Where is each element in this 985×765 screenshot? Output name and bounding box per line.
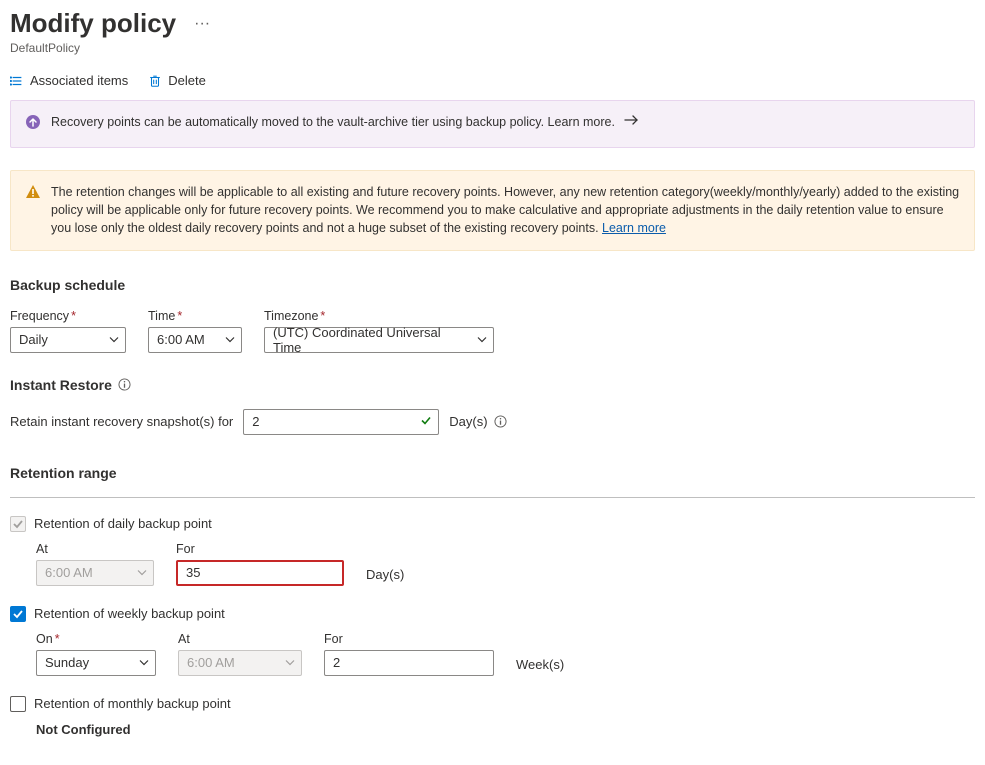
weekly-retention-label: Retention of weekly backup point bbox=[34, 606, 225, 621]
instant-unit-label: Day(s) bbox=[449, 414, 487, 429]
chevron-down-icon bbox=[109, 332, 119, 347]
frequency-label: Frequency* bbox=[10, 309, 126, 323]
chevron-down-icon bbox=[477, 332, 487, 347]
chevron-down-icon bbox=[139, 655, 149, 670]
daily-at-label: At bbox=[36, 542, 154, 556]
retention-warning-banner: The retention changes will be applicable… bbox=[10, 170, 975, 250]
chevron-down-icon bbox=[225, 332, 235, 347]
info-icon[interactable] bbox=[118, 378, 131, 391]
instant-restore-prefix: Retain instant recovery snapshot(s) for bbox=[10, 414, 233, 429]
timezone-select[interactable]: (UTC) Coordinated Universal Time bbox=[264, 327, 494, 353]
time-label: Time* bbox=[148, 309, 242, 323]
warning-banner-text: The retention changes will be applicable… bbox=[51, 185, 959, 235]
weekly-for-label: For bbox=[324, 632, 494, 646]
archive-tier-banner: Recovery points can be automatically mov… bbox=[10, 100, 975, 148]
associated-items-label: Associated items bbox=[30, 73, 128, 88]
time-select[interactable]: 6:00 AM bbox=[148, 327, 242, 353]
daily-at-select: 6:00 AM bbox=[36, 560, 154, 586]
monthly-retention-label: Retention of monthly backup point bbox=[34, 696, 231, 711]
info-icon[interactable] bbox=[494, 415, 507, 428]
weekly-on-label: On* bbox=[36, 632, 156, 646]
monthly-not-configured: Not Configured bbox=[36, 722, 975, 737]
retention-range-heading: Retention range bbox=[10, 465, 975, 481]
archive-learn-more-link[interactable] bbox=[624, 114, 640, 126]
daily-for-input[interactable]: 35 bbox=[176, 560, 344, 586]
instant-snapshot-select[interactable]: 2 bbox=[243, 409, 439, 435]
frequency-select[interactable]: Daily bbox=[10, 327, 126, 353]
monthly-retention-checkbox[interactable] bbox=[10, 696, 26, 712]
divider bbox=[10, 497, 975, 498]
policy-name-subtitle: DefaultPolicy bbox=[10, 41, 975, 55]
daily-retention-label: Retention of daily backup point bbox=[34, 516, 212, 531]
archive-icon bbox=[25, 114, 41, 135]
delete-label: Delete bbox=[168, 73, 206, 88]
instant-restore-heading: Instant Restore bbox=[10, 377, 975, 393]
chevron-down-icon bbox=[285, 655, 295, 670]
associated-items-button[interactable]: Associated items bbox=[10, 73, 128, 88]
trash-icon bbox=[148, 74, 162, 88]
backup-schedule-heading: Backup schedule bbox=[10, 277, 975, 293]
page-title: Modify policy bbox=[10, 8, 176, 39]
command-bar: Associated items Delete bbox=[10, 73, 975, 88]
weekly-for-input[interactable]: 2 bbox=[324, 650, 494, 676]
daily-unit-label: Day(s) bbox=[366, 567, 404, 582]
warning-icon bbox=[25, 184, 41, 205]
delete-button[interactable]: Delete bbox=[148, 73, 206, 88]
archive-banner-text: Recovery points can be automatically mov… bbox=[51, 115, 615, 129]
weekly-retention-checkbox[interactable] bbox=[10, 606, 26, 622]
weekly-on-select[interactable]: Sunday bbox=[36, 650, 156, 676]
more-actions-button[interactable]: ··· bbox=[190, 15, 214, 33]
list-icon bbox=[10, 74, 24, 88]
weekly-at-select: 6:00 AM bbox=[178, 650, 302, 676]
weekly-unit-label: Week(s) bbox=[516, 657, 564, 672]
weekly-at-label: At bbox=[178, 632, 302, 646]
warning-learn-more-link[interactable]: Learn more bbox=[602, 221, 666, 235]
daily-retention-checkbox bbox=[10, 516, 26, 532]
daily-for-label: For bbox=[176, 542, 344, 556]
timezone-label: Timezone* bbox=[264, 309, 494, 323]
chevron-down-icon bbox=[137, 565, 147, 580]
checkmark-icon bbox=[420, 414, 432, 429]
